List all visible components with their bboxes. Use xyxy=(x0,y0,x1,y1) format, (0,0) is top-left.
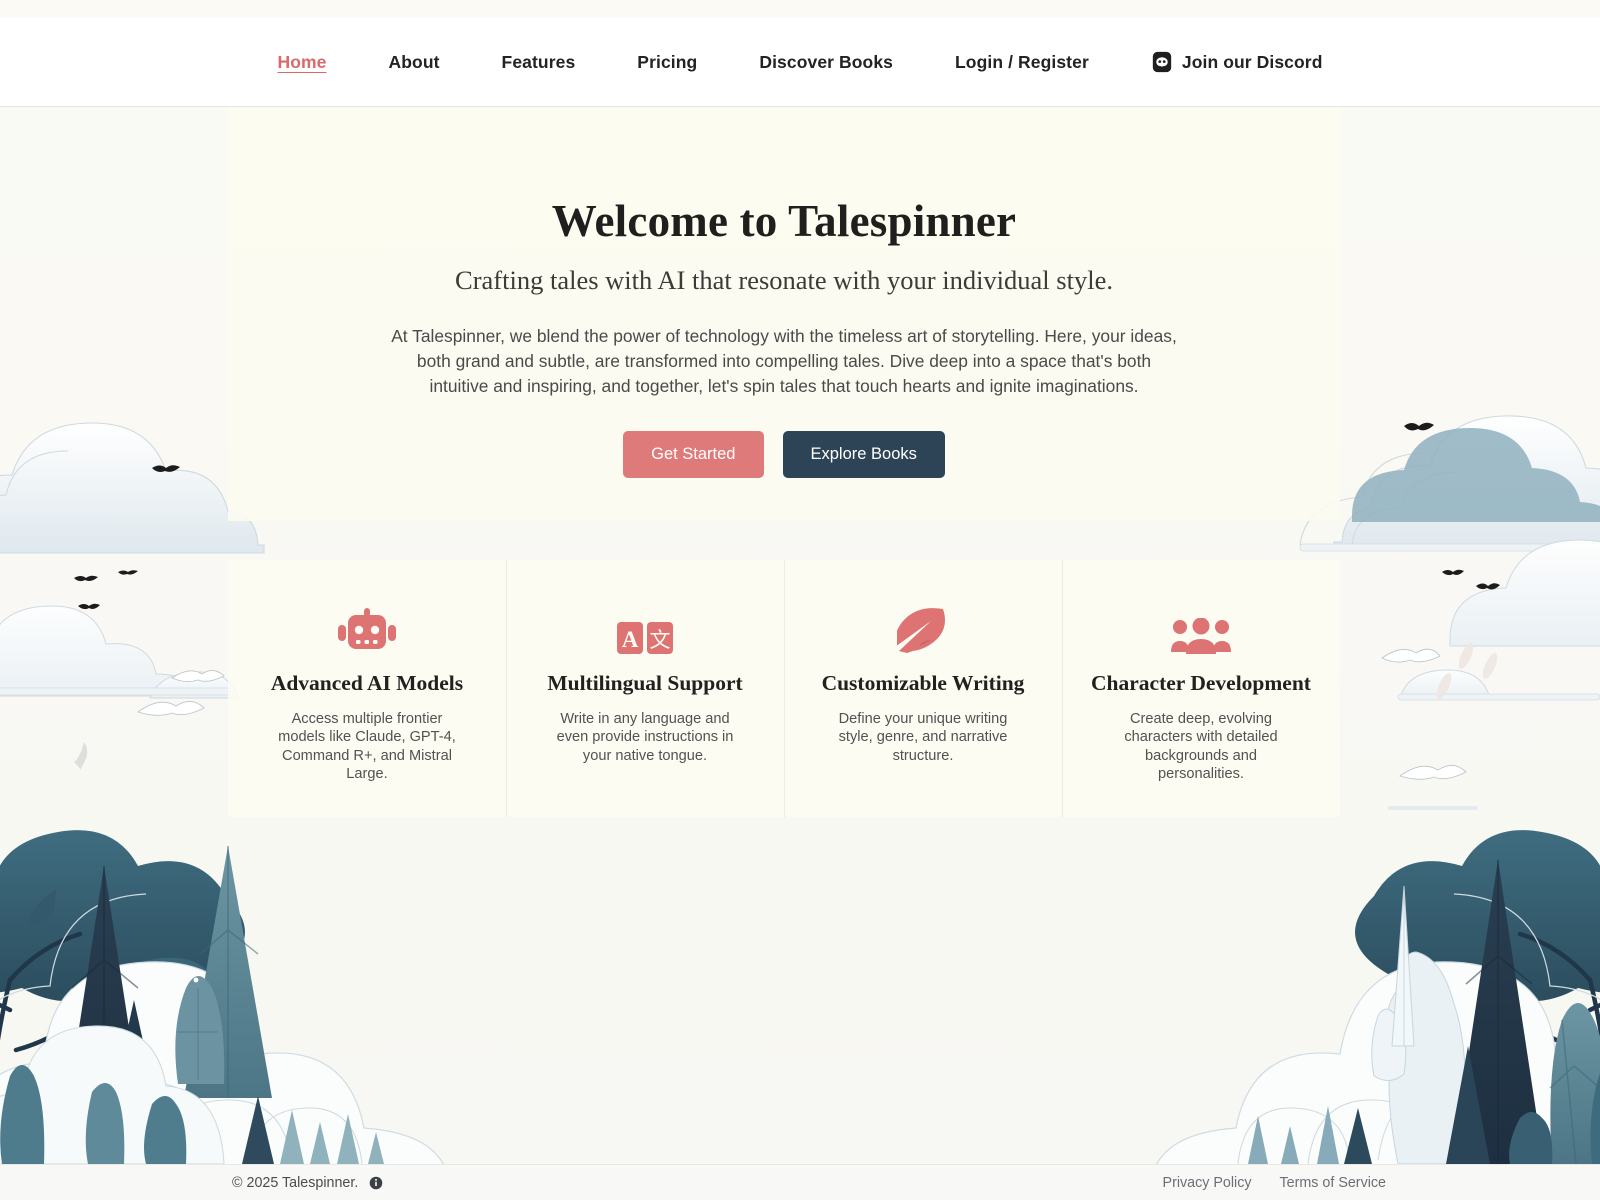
hero-description: At Talespinner, we blend the power of te… xyxy=(391,326,1177,396)
info-icon[interactable] xyxy=(369,1176,383,1190)
footer-link-terms-of-service[interactable]: Terms of Service xyxy=(1280,1175,1386,1191)
nav-item-join-discord[interactable]: Join our Discord xyxy=(1120,51,1354,73)
main-navigation: Home About Features Pricing Discover Boo… xyxy=(246,51,1353,73)
feature-title: Customizable Writing xyxy=(821,671,1025,695)
footer-links: Privacy Policy Terms of Service xyxy=(1163,1175,1386,1191)
page-title: Welcome to Talespinner xyxy=(551,196,1017,246)
feature-description: Access multiple frontier models like Cla… xyxy=(278,711,456,783)
feature-title: Character Development xyxy=(1091,671,1311,695)
copyright-text: © 2025 Talespinner. xyxy=(232,1174,359,1191)
nav-item-discover-books[interactable]: Discover Books xyxy=(728,52,924,73)
feature-title: Multilingual Support xyxy=(547,671,743,695)
feature-description: Write in any language and even provide i… xyxy=(556,711,734,764)
site-header: Home About Features Pricing Discover Boo… xyxy=(0,18,1600,107)
robot-icon xyxy=(250,608,484,654)
page-root: Home About Features Pricing Discover Boo… xyxy=(0,0,1600,1200)
people-group-icon xyxy=(1084,608,1318,654)
hero-section: Welcome to Talespinner Crafting tales wi… xyxy=(228,107,1340,521)
nav-item-join-discord-label: Join our Discord xyxy=(1181,51,1323,72)
feature-description: Create deep, evolving characters with de… xyxy=(1124,711,1278,783)
feature-card-multilingual-support: A 文 Multilingual Support Write in any la… xyxy=(506,560,784,817)
nav-item-pricing[interactable]: Pricing xyxy=(606,52,728,73)
footer-link-privacy-policy[interactable]: Privacy Policy xyxy=(1163,1175,1252,1191)
hero-subtitle: Crafting tales with AI that resonate wit… xyxy=(455,265,1113,295)
feature-title: Advanced AI Models xyxy=(270,671,464,695)
feather-icon xyxy=(806,608,1040,654)
nav-item-home[interactable]: Home xyxy=(246,52,357,73)
feature-card-advanced-ai-models: Advanced AI Models Access multiple front… xyxy=(228,560,506,817)
svg-text:A: A xyxy=(622,627,639,652)
get-started-button[interactable]: Get Started xyxy=(623,430,764,478)
hero-cta-row: Get Started Explore Books xyxy=(623,430,945,478)
nav-item-login-register[interactable]: Login / Register xyxy=(924,52,1120,73)
translate-icon: A 文 xyxy=(528,608,762,654)
discord-icon xyxy=(1151,51,1173,73)
feature-card-character-development: Character Development Create deep, evolv… xyxy=(1062,560,1340,817)
feature-description: Define your unique writing style, genre,… xyxy=(838,711,1008,764)
footer-left: © 2025 Talespinner. xyxy=(232,1175,383,1191)
top-margin xyxy=(0,0,1600,18)
site-footer: © 2025 Talespinner. Privacy Policy Terms… xyxy=(0,1164,1600,1200)
svg-text:文: 文 xyxy=(650,628,671,652)
explore-books-button[interactable]: Explore Books xyxy=(782,430,945,478)
nav-item-about[interactable]: About xyxy=(358,52,471,73)
feature-card-customizable-writing: Customizable Writing Define your unique … xyxy=(784,560,1062,817)
nav-item-features[interactable]: Features xyxy=(471,52,607,73)
features-section: Advanced AI Models Access multiple front… xyxy=(228,560,1340,817)
